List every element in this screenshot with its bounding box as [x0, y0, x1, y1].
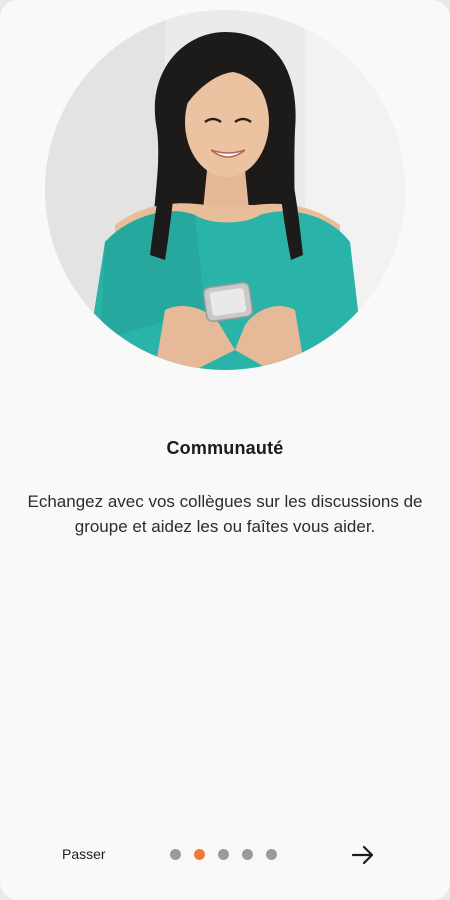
- pagination-dot-2[interactable]: [194, 849, 205, 860]
- onboarding-footer: Passer: [0, 836, 450, 874]
- onboarding-description: Echangez avec vos collègues sur les disc…: [27, 492, 423, 536]
- pagination-dot-1[interactable]: [170, 849, 181, 860]
- pagination-dot-3[interactable]: [218, 849, 229, 860]
- onboarding-title: Communauté: [166, 438, 284, 458]
- skip-button[interactable]: Passer: [62, 846, 106, 862]
- arrow-right-icon: [351, 845, 374, 865]
- onboarding-screen: Communauté Echangez avec vos collègues s…: [0, 0, 450, 900]
- woman-with-phone-illustration: [45, 10, 405, 370]
- hero-image: [45, 10, 405, 370]
- pagination-dot-5[interactable]: [266, 849, 277, 860]
- next-button[interactable]: [348, 840, 378, 870]
- pagination-dot-4[interactable]: [242, 849, 253, 860]
- pagination-dots: [170, 849, 277, 860]
